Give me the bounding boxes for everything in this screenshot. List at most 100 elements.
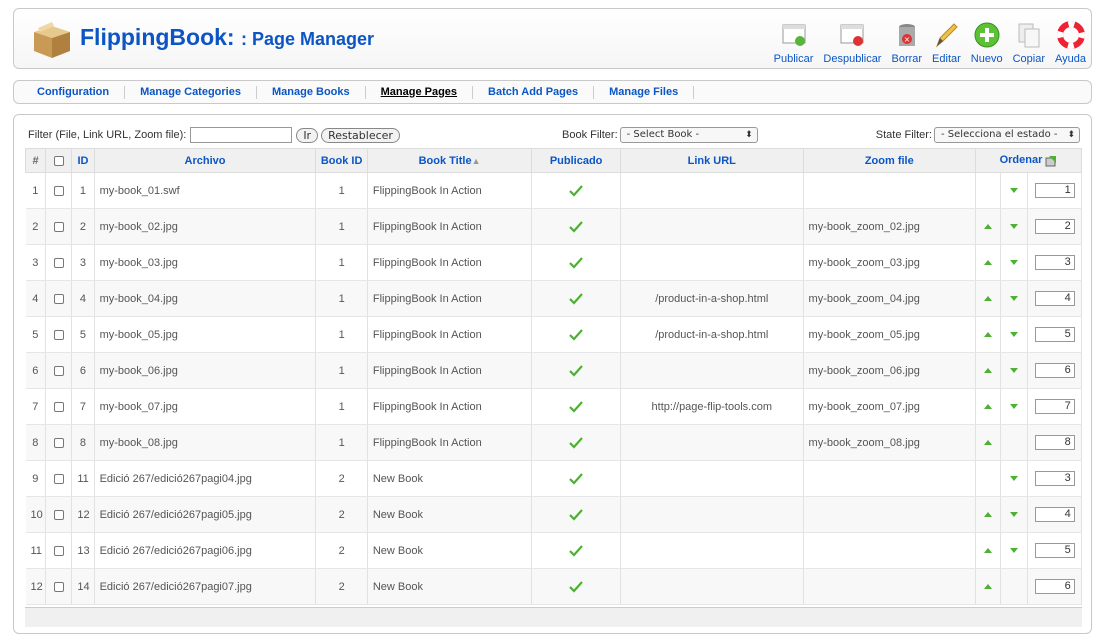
published-check-icon[interactable]	[569, 256, 583, 269]
col-order[interactable]: Ordenar	[975, 148, 1082, 173]
order-input[interactable]: 4	[1034, 507, 1075, 522]
move-up-icon[interactable]	[984, 512, 993, 518]
row-zoom-file	[803, 568, 977, 605]
filter-input[interactable]	[190, 127, 293, 143]
new-button[interactable]: Nuevo	[966, 15, 1008, 65]
order-input[interactable]: 6	[1034, 579, 1075, 594]
copy-button[interactable]: Copiar	[1008, 15, 1050, 65]
row-checkbox[interactable]	[53, 257, 64, 268]
row-file-link[interactable]: Edició 267/edició267pagi04.jpg	[94, 460, 317, 497]
row-checkbox[interactable]	[53, 437, 64, 448]
move-up-icon[interactable]	[984, 584, 993, 590]
delete-button[interactable]: × Borrar	[886, 15, 927, 65]
published-check-icon[interactable]	[569, 328, 583, 341]
unpublish-button[interactable]: Despublicar	[818, 15, 886, 65]
move-down-icon[interactable]	[1010, 260, 1019, 266]
tab-configuration[interactable]: Configuration	[22, 85, 126, 99]
order-input[interactable]: 3	[1034, 255, 1075, 270]
move-up-icon[interactable]	[984, 404, 993, 410]
order-input[interactable]: 3	[1034, 471, 1075, 486]
row-file-link[interactable]: Edició 267/edició267pagi07.jpg	[94, 568, 317, 605]
move-down-icon[interactable]	[1010, 188, 1019, 194]
row-checkbox[interactable]	[53, 473, 64, 484]
tab-manage-categories[interactable]: Manage Categories	[125, 85, 257, 99]
row-book-id: 2	[315, 496, 368, 533]
published-check-icon[interactable]	[569, 184, 583, 197]
tab-manage-pages[interactable]: Manage Pages	[366, 85, 474, 99]
move-up-icon[interactable]	[984, 332, 993, 338]
col-zoom-file[interactable]: Zoom file	[802, 148, 977, 173]
published-check-icon[interactable]	[569, 580, 583, 593]
published-check-icon[interactable]	[569, 544, 583, 557]
row-file-link[interactable]: my-book_03.jpg	[94, 244, 317, 281]
move-down-icon[interactable]	[1010, 368, 1019, 374]
save-order-icon[interactable]	[1045, 154, 1057, 167]
move-down-icon[interactable]	[1010, 224, 1019, 230]
col-id[interactable]: ID	[71, 148, 95, 173]
move-down-icon[interactable]	[1010, 404, 1019, 410]
row-file-link[interactable]: Edició 267/edició267pagi05.jpg	[94, 496, 317, 533]
move-up-icon[interactable]	[984, 368, 993, 374]
move-up-icon[interactable]	[984, 548, 993, 554]
tab-batch-add-pages[interactable]: Batch Add Pages	[473, 85, 595, 99]
publish-button[interactable]: Publicar	[769, 15, 819, 65]
reset-button[interactable]: Restablecer	[321, 127, 400, 143]
published-check-icon[interactable]	[569, 436, 583, 449]
order-input[interactable]: 7	[1034, 399, 1075, 414]
move-down-icon[interactable]	[1010, 512, 1019, 518]
order-input[interactable]: 1	[1034, 183, 1075, 198]
row-checkbox[interactable]	[53, 581, 64, 592]
col-published[interactable]: Publicado	[531, 148, 621, 173]
col-book-id[interactable]: Book ID	[315, 148, 368, 173]
select-all-checkbox[interactable]	[53, 155, 64, 166]
col-link-url[interactable]: Link URL	[620, 148, 804, 173]
row-checkbox[interactable]	[53, 365, 64, 376]
row-down-cell	[1000, 352, 1029, 389]
order-input[interactable]: 8	[1034, 435, 1075, 450]
col-book-title[interactable]: Book Title▲	[366, 148, 533, 173]
published-check-icon[interactable]	[569, 472, 583, 485]
row-file-link[interactable]: my-book_04.jpg	[94, 280, 317, 317]
state-filter-select[interactable]: - Selecciona el estado - ⬍	[934, 127, 1080, 143]
move-down-icon[interactable]	[1010, 296, 1019, 302]
row-file-link[interactable]: my-book_07.jpg	[94, 388, 317, 425]
move-up-icon[interactable]	[984, 440, 993, 446]
row-file-link[interactable]: Edició 267/edició267pagi06.jpg	[94, 532, 317, 569]
book-filter-select[interactable]: - Select Book - ⬍	[619, 127, 758, 143]
row-checkbox[interactable]	[53, 509, 64, 520]
help-button[interactable]: Ayuda	[1050, 15, 1091, 65]
row-file-link[interactable]: my-book_01.swf	[94, 172, 317, 209]
published-check-icon[interactable]	[569, 220, 583, 233]
row-checkbox[interactable]	[53, 293, 64, 304]
row-file-link[interactable]: my-book_02.jpg	[94, 208, 317, 245]
move-up-icon[interactable]	[984, 296, 993, 302]
published-check-icon[interactable]	[569, 508, 583, 521]
order-input[interactable]: 2	[1034, 219, 1075, 234]
move-down-icon[interactable]	[1010, 548, 1019, 554]
tab-manage-books[interactable]: Manage Books	[257, 85, 366, 99]
move-down-icon[interactable]	[1010, 476, 1019, 482]
row-checkbox[interactable]	[53, 185, 64, 196]
col-file[interactable]: Archivo	[93, 148, 317, 173]
row-file-link[interactable]: my-book_08.jpg	[94, 424, 317, 461]
row-file-link[interactable]: my-book_05.jpg	[94, 316, 317, 353]
move-up-icon[interactable]	[984, 260, 993, 266]
move-down-icon[interactable]	[1010, 332, 1019, 338]
edit-button[interactable]: Editar	[927, 15, 966, 65]
order-input[interactable]: 5	[1034, 543, 1075, 558]
go-button[interactable]: Ir	[296, 127, 319, 143]
page-title: FlippingBook: : Page Manager	[80, 24, 374, 51]
move-up-icon[interactable]	[984, 224, 993, 230]
row-checkbox[interactable]	[53, 221, 64, 232]
published-check-icon[interactable]	[569, 364, 583, 377]
row-file-link[interactable]: my-book_06.jpg	[94, 352, 317, 389]
order-input[interactable]: 6	[1034, 363, 1075, 378]
order-input[interactable]: 5	[1034, 327, 1075, 342]
published-check-icon[interactable]	[569, 292, 583, 305]
order-input[interactable]: 4	[1034, 291, 1075, 306]
published-check-icon[interactable]	[569, 400, 583, 413]
row-checkbox[interactable]	[53, 545, 64, 556]
tab-manage-files[interactable]: Manage Files	[594, 85, 695, 99]
row-checkbox[interactable]	[53, 401, 64, 412]
row-checkbox[interactable]	[53, 329, 64, 340]
